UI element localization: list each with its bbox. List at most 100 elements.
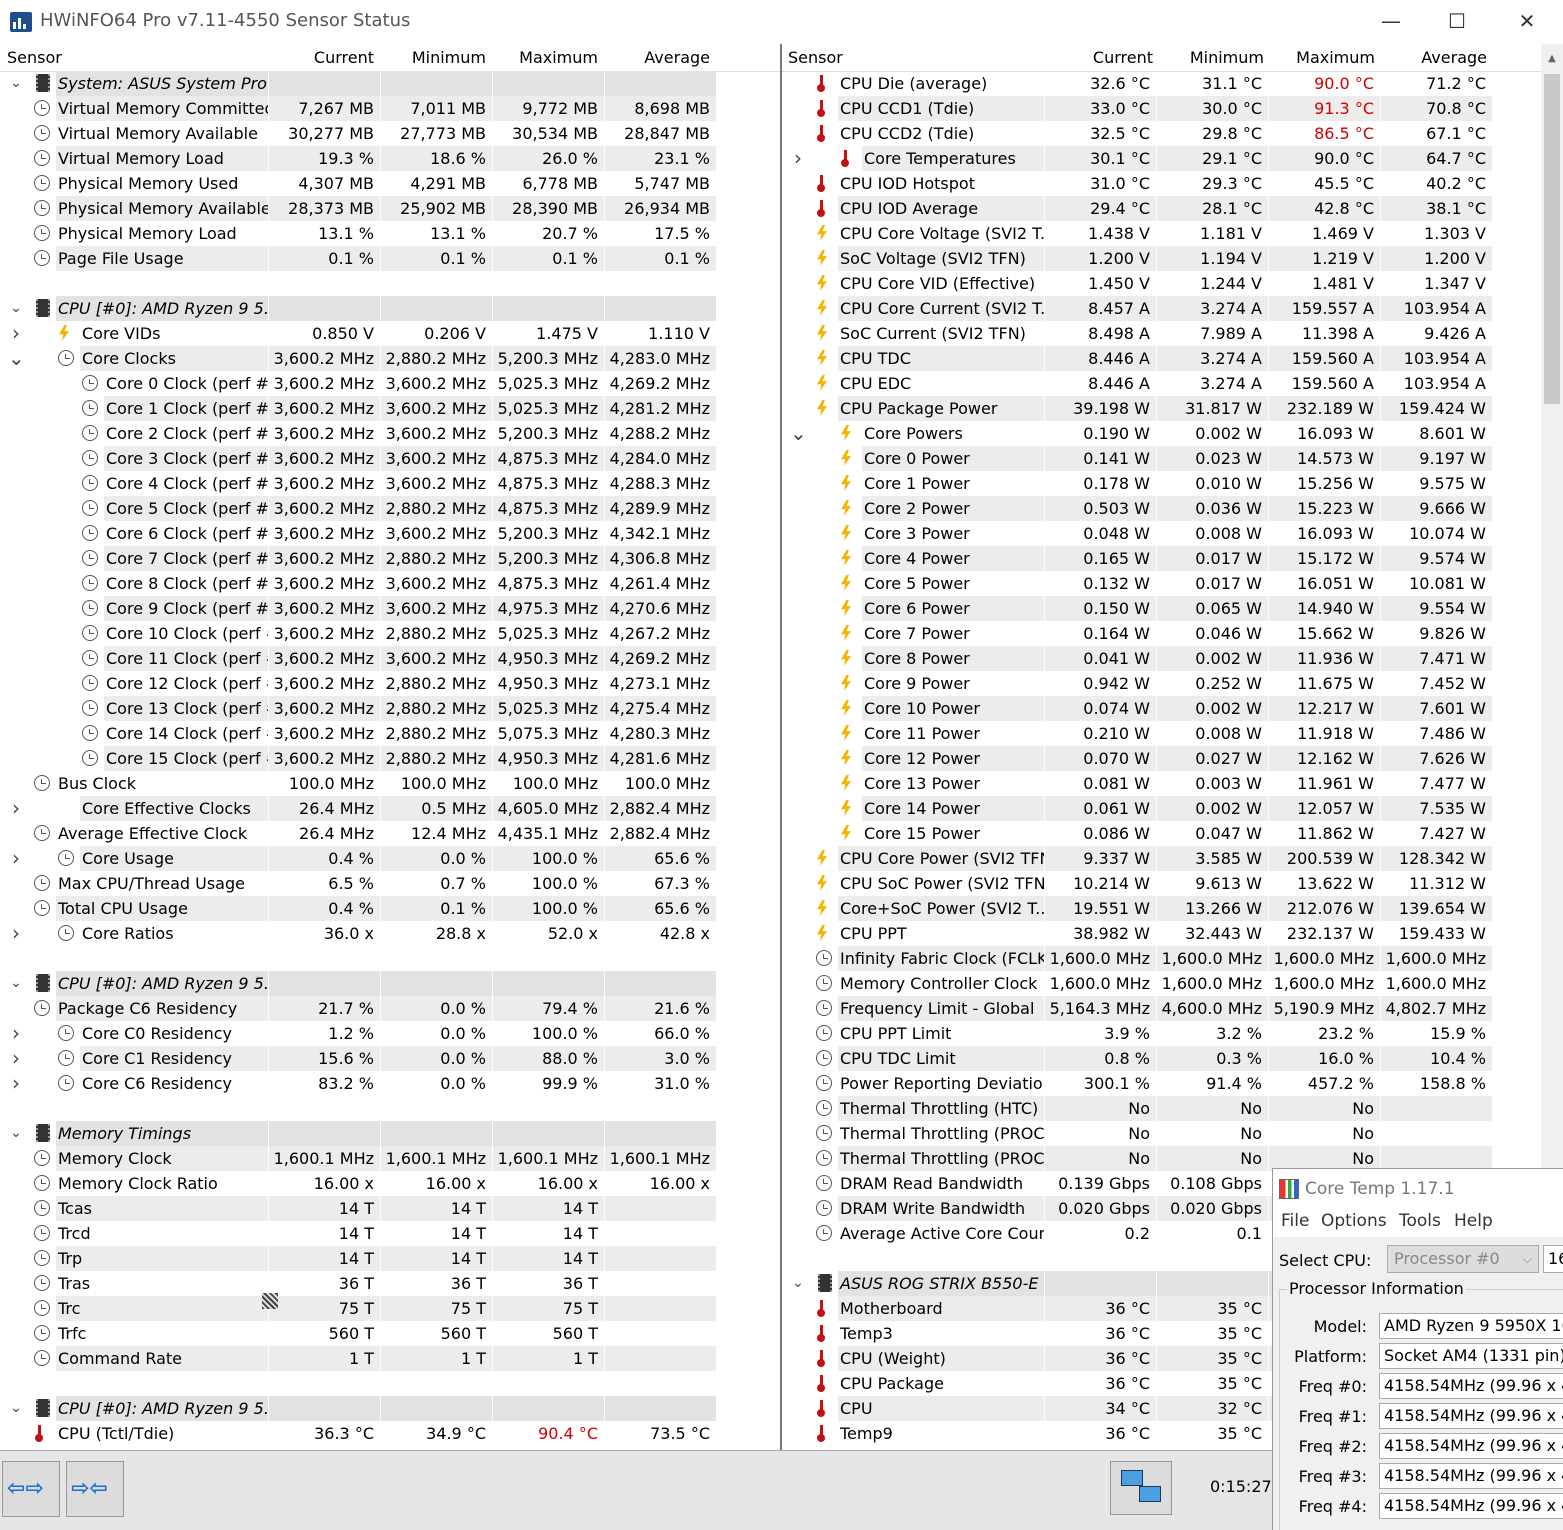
expand-all-button[interactable]: ⇦⇨ [2, 1461, 60, 1517]
sensor-row[interactable]: Page File Usage 0.1 % 0.1 % 0.1 % 0.1 % [0, 246, 780, 271]
expand-chevron-icon[interactable]: › [8, 921, 24, 946]
sensor-row[interactable]: Core 6 Power 0.150 W 0.065 W 14.940 W 9.554 … [782, 596, 1563, 621]
sensor-row[interactable]: Core 0 Power 0.141 W 0.023 W 14.573 W 9.197 … [782, 446, 1563, 471]
close-button[interactable]: ✕ [1504, 6, 1550, 38]
sensor-group-row[interactable]: ⌄ CPU [#0]: AMD Ryzen 9 5... [0, 1396, 780, 1421]
sensor-row[interactable]: › Core Ratios 36.0 x 28.8 x 52.0 x 42.8 x [0, 921, 780, 946]
expand-chevron-icon[interactable]: › [8, 846, 24, 871]
sensor-row[interactable]: CPU SoC Power (SVI2 TFN) 10.214 W 9.613 W 1… [782, 871, 1563, 896]
sensor-row[interactable]: Core 6 Clock (perf #1/1) 3,600.2 MHz 3,600… [0, 521, 780, 546]
sensor-row[interactable]: Virtual Memory Committed 7,267 MB 7,011 MB… [0, 96, 780, 121]
sensor-row[interactable]: Core 3 Power 0.048 W 0.008 W 16.093 W 10.074… [782, 521, 1563, 546]
sensor-row[interactable]: Average Effective Clock 26.4 MHz 12.4 MHz 4… [0, 821, 780, 846]
sensor-row[interactable]: › Core C0 Residency 1.2 % 0.0 % 100.0 % 66.0 … [0, 1021, 780, 1046]
sensor-row[interactable]: Frequency Limit - Global 5,164.3 MHz 4,600… [782, 996, 1563, 1021]
sensor-row[interactable]: Physical Memory Available 28,373 MB 25,902… [0, 196, 780, 221]
collapse-chevron-icon[interactable]: ⌄ [8, 71, 24, 96]
sensor-row[interactable]: Memory Clock Ratio 16.00 x 16.00 x 16.00 x 1… [0, 1171, 780, 1196]
header-maximum[interactable]: Maximum [1296, 48, 1375, 67]
scroll-up-icon[interactable]: ▲ [1541, 48, 1563, 70]
header-minimum[interactable]: Minimum [1190, 48, 1264, 67]
sensor-row[interactable]: Trfc 560 T 560 T 560 T [0, 1321, 780, 1346]
sensor-row[interactable]: Core 2 Power 0.503 W 0.036 W 15.223 W 9.666 … [782, 496, 1563, 521]
sensor-row[interactable]: CPU CCD1 (Tdie) 33.0 °C 30.0 °C 91.3 °C 70.8… [782, 96, 1563, 121]
sensor-row[interactable]: Core 5 Clock (perf #7/8)3,600.2 MHz2,880… [0, 496, 780, 521]
sensor-row[interactable]: Core 12 Clock (perf #1... 3,600.2 MHz 2,88… [0, 671, 780, 696]
info-field-value[interactable]: 4158.54MHz (99.96 x 41 [1379, 1403, 1563, 1429]
info-field-value[interactable]: Socket AM4 (1331 pin) [1379, 1343, 1563, 1369]
sensor-row[interactable]: Core 10 Clock (perf #1... 3,600.2 MHz 2,88… [0, 621, 780, 646]
sensor-row[interactable]: Core 9 Clock (perf #15...3,600.2 MHz3,60… [0, 596, 780, 621]
sensor-row[interactable]: Thermal Throttling (PROC... No No No [782, 1121, 1563, 1146]
sensor-row[interactable]: Max CPU/Thread Usage 6.5 % 0.7 % 100.0 % 67.… [0, 871, 780, 896]
header-average[interactable]: Average [644, 48, 710, 67]
sensor-group-row[interactable]: ⌄ CPU [#0]: AMD Ryzen 9 5... [0, 296, 780, 321]
header-maximum[interactable]: Maximum [519, 48, 598, 67]
sensor-row[interactable]: Core 9 Power 0.942 W 0.252 W 11.675 W 7.452 … [782, 671, 1563, 696]
collapse-chevron-icon[interactable]: ⌄ [790, 421, 807, 446]
sensor-row[interactable]: SoC Voltage (SVI2 TFN) 1.200 V 1.194 V 1.21… [782, 246, 1563, 271]
sensor-row[interactable]: Core+SoC Power (SVI2 T... 19.551 W 13.266 … [782, 896, 1563, 921]
sensor-row[interactable]: › Core C1 Residency 15.6 % 0.0 % 88.0 % 3.0 % [0, 1046, 780, 1071]
sensor-row[interactable]: CPU Core Current (SVI2 T... 8.457 A 3.274 … [782, 296, 1563, 321]
collapse-chevron-icon[interactable]: ⌄ [8, 1121, 24, 1146]
collapse-chevron-icon[interactable]: ⌄ [8, 296, 24, 321]
header-current[interactable]: Current [314, 48, 374, 67]
sensor-row[interactable]: CPU EDC 8.446 A 3.274 A 159.560 A 103.954 A [782, 371, 1563, 396]
sensor-row[interactable]: Core 11 Power 0.210 W 0.008 W 11.918 W 7.486… [782, 721, 1563, 746]
expand-chevron-icon[interactable]: › [8, 321, 24, 346]
sensor-row[interactable]: Core 15 Power 0.086 W 0.047 W 11.862 W 7.427… [782, 821, 1563, 846]
sensor-row[interactable]: Core 15 Clock (perf #1...3,600.2 MHz2,88… [0, 746, 780, 771]
collapse-chevron-icon[interactable]: ⌄ [8, 971, 24, 996]
sensor-row[interactable]: Virtual Memory Available 30,277 MB 27,773 … [0, 121, 780, 146]
sensor-group-row[interactable]: ⌄ System: ASUS System Pro... [0, 71, 780, 96]
sensor-row[interactable]: Infinity Fabric Clock (FCLK) 1,600.0 MHz 1… [782, 946, 1563, 971]
sensor-row[interactable]: Core 1 Power 0.178 W 0.010 W 15.256 W 9.575 … [782, 471, 1563, 496]
sensor-row[interactable]: Memory Controller Clock (... 1,600.0 MHz 1… [782, 971, 1563, 996]
sensor-row[interactable]: ⌄ Core Powers 0.190 W 0.002 W 16.093 W 8.601 … [782, 421, 1563, 446]
sensor-row[interactable]: › Core C6 Residency 83.2 % 0.0 % 99.9 % 31.0 … [0, 1071, 780, 1096]
sensor-row[interactable]: Core 10 Power 0.074 W 0.002 W 12.217 W 7.601… [782, 696, 1563, 721]
sensor-row[interactable]: CPU Core VID (Effective) 1.450 V 1.244 V 1.… [782, 271, 1563, 296]
info-field-value[interactable]: AMD Ryzen 9 5950X 16- [1379, 1313, 1563, 1339]
sensor-row[interactable]: CPU IOD Hotspot 31.0 °C 29.3 °C 45.5 °C 40.2… [782, 171, 1563, 196]
sensor-row[interactable]: Core 7 Clock (perf #4/5)3,600.2 MHz2,880… [0, 546, 780, 571]
sensor-row[interactable]: Trcd 14 T 14 T 14 T [0, 1221, 780, 1246]
menu-options[interactable]: Options [1321, 1211, 1387, 1231]
info-field-value[interactable]: 4158.54MHz (99.96 x 41 [1379, 1493, 1563, 1519]
menu-help[interactable]: Help [1454, 1211, 1493, 1231]
sensor-row[interactable]: Trp 14 T 14 T 14 T [0, 1246, 780, 1271]
expand-chevron-icon[interactable]: › [8, 1021, 24, 1046]
sensor-row[interactable]: Core 4 Clock (perf #2/3) 3,600.2 MHz 3,600… [0, 471, 780, 496]
sensor-row[interactable]: Core 11 Clock (perf #8...3,600.2 MHz3,60… [0, 646, 780, 671]
sensor-row[interactable]: Bus Clock 100.0 MHz 100.0 MHz 100.0 MHz 100.… [0, 771, 780, 796]
network-monitor-button[interactable] [1110, 1461, 1172, 1515]
sensor-row[interactable]: Core 14 Clock (perf #1... 3,600.2 MHz 2,88… [0, 721, 780, 746]
sensor-row[interactable]: CPU IOD Average 29.4 °C 28.1 °C 42.8 °C 38.1… [782, 196, 1563, 221]
sensor-row[interactable]: Core 8 Clock (perf #9/... 3,600.2 MHz 3,60… [0, 571, 780, 596]
sensor-row[interactable]: Core 5 Power 0.132 W 0.017 W 16.051 W 10.081… [782, 571, 1563, 596]
sensor-row[interactable]: Tcas 14 T 14 T 14 T [0, 1196, 780, 1221]
sensor-row[interactable]: CPU TDC 8.446 A 3.274 A 159.560 A 103.954 A [782, 346, 1563, 371]
header-current[interactable]: Current [1093, 48, 1153, 67]
header-average[interactable]: Average [1421, 48, 1487, 67]
sensor-row[interactable]: Core 1 Clock (perf #6/7)3,600.2 MHz3,600… [0, 396, 780, 421]
collapse-chevron-icon[interactable]: ⌄ [8, 346, 25, 371]
collapse-chevron-icon[interactable]: ⌄ [790, 1271, 806, 1296]
sensor-row[interactable]: CPU PPT 38.982 W 32.443 W 232.137 W 159.433 … [782, 921, 1563, 946]
menu-file[interactable]: File [1281, 1211, 1309, 1231]
header-minimum[interactable]: Minimum [412, 48, 486, 67]
sensor-row[interactable]: Command Rate 1 T1 T1 T [0, 1346, 780, 1371]
sensor-row[interactable]: Core 13 Clock (perf #1...3,600.2 MHz2,88… [0, 696, 780, 721]
sensor-row[interactable]: CPU Die (average) 32.6 °C 31.1 °C 90.0 °C 71… [782, 71, 1563, 96]
sensor-row[interactable]: CPU TDC Limit 0.8 % 0.3 % 16.0 % 10.4 % [782, 1046, 1563, 1071]
info-field-value[interactable]: 4158.54MHz (99.96 x 41 [1379, 1463, 1563, 1489]
maximize-button[interactable]: ☐ [1434, 6, 1480, 38]
sensor-row[interactable]: Core 12 Power 0.070 W 0.027 W 12.162 W 7.626… [782, 746, 1563, 771]
expand-chevron-icon[interactable]: › [790, 146, 806, 171]
expand-chevron-icon[interactable]: › [8, 1046, 24, 1071]
sensor-row[interactable]: › Core Effective Clocks 26.4 MHz 0.5 MHz 4,6… [0, 796, 780, 821]
sensor-row[interactable]: › Core Temperatures 30.1 °C 29.1 °C 90.0 °C 6… [782, 146, 1563, 171]
sensor-row[interactable]: Physical Memory Used 4,307 MB 4,291 MB 6,77… [0, 171, 780, 196]
collapse-all-button[interactable]: ⇨⇦ [66, 1461, 124, 1517]
